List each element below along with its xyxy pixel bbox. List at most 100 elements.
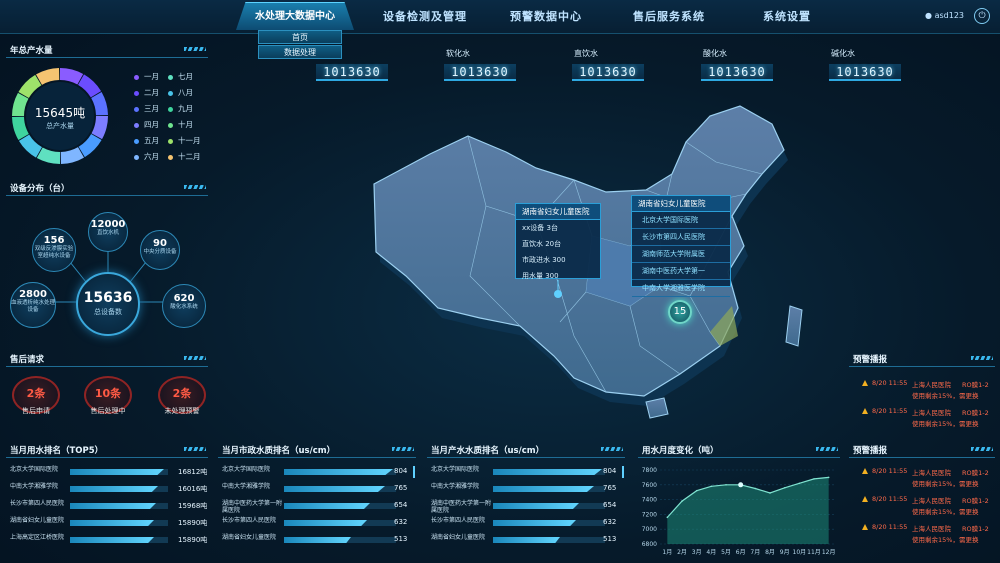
rank-row[interactable]: 上海高定区江桥医院 15890吨 xyxy=(10,532,208,548)
aftersales-label: 售后申请 xyxy=(22,407,50,415)
chart-y-tick: 7000 xyxy=(642,526,657,533)
aftersales-number: 2条 xyxy=(172,387,192,400)
chart-point[interactable] xyxy=(666,516,669,519)
legend-label: 九月 xyxy=(178,104,193,113)
power-icon[interactable]: ⏻ xyxy=(974,8,990,24)
warning-item[interactable]: 8/20 11:55 上海人民医院 RO膜1-2 使用剩余15%，需更换 xyxy=(862,494,1000,522)
rank-bar-fill xyxy=(284,486,385,492)
rank-row[interactable]: 中南大学湘雅学院 765 xyxy=(431,481,633,497)
rank-row[interactable]: 中南大学湘雅学院 765 xyxy=(222,481,424,497)
warning-item[interactable]: 8/20 11:55 上海人民医院 RO膜1-2 使用剩余15%，需更换 xyxy=(862,406,1000,434)
chart-x-tick: 7月 xyxy=(750,549,760,556)
rank-bar-fill xyxy=(284,537,351,543)
nav-tab-settings[interactable]: 系统设置 xyxy=(763,8,811,24)
legend-item[interactable]: 七月 xyxy=(168,71,193,82)
chart-x-tick: 5月 xyxy=(721,549,731,556)
popup-hospital-item[interactable]: 长沙市第四人民医院 xyxy=(632,229,730,246)
nav-tab-aftersales[interactable]: 售后服务系统 xyxy=(633,8,705,24)
chart-x-tick: 4月 xyxy=(706,549,716,556)
chart-point[interactable] xyxy=(738,482,744,488)
popup-hospital-item[interactable]: 中南大学湘雅医学院 xyxy=(632,280,730,297)
rank-row[interactable]: 湖南中医药大学第一附属医院 654 xyxy=(222,498,424,514)
rank-bar-track xyxy=(70,486,168,492)
popup-hospital-item[interactable]: 湖南师范大学附属医 xyxy=(632,246,730,263)
submenu-data[interactable]: 数据处理 xyxy=(258,45,342,59)
warning-item[interactable]: 8/20 11:55 上海人民医院 RO膜1-2 使用剩余15%，需更换 xyxy=(862,466,1000,494)
popup-hosp-title: 湖南省妇女儿童医院 xyxy=(632,196,730,212)
warning-time: 8/20 11:55 xyxy=(872,407,908,415)
bubble-label: 中央分质设备 xyxy=(143,249,177,255)
legend-item[interactable]: 五月 xyxy=(134,135,159,146)
device-bubble-dialysis[interactable]: 2800 血液透析纯水处理设备 xyxy=(10,282,56,328)
chart-point[interactable] xyxy=(813,478,815,480)
chart-point[interactable] xyxy=(681,500,683,502)
legend-item[interactable]: 六月 xyxy=(134,151,159,162)
rank-row[interactable]: 长沙市第四人民医院 632 xyxy=(431,515,633,531)
chart-point[interactable] xyxy=(725,484,727,486)
legend-item[interactable]: 九月 xyxy=(168,103,193,114)
warning-item[interactable]: 8/20 11:55 上海人民医院 RO膜1-2 使用剩余15%，需更换 xyxy=(862,522,1000,550)
device-bubble-central[interactable]: 90 中央分质设备 xyxy=(140,230,180,270)
legend-label: 十月 xyxy=(178,120,193,129)
submenu-home[interactable]: 首页 xyxy=(258,30,342,44)
map-cluster-badge[interactable]: 15 xyxy=(668,300,692,324)
counter-label-3: 直饮水 xyxy=(574,49,598,58)
rank-row[interactable]: 中南大学湘雅学院 16016吨 xyxy=(10,481,208,497)
legend-item[interactable]: 十二月 xyxy=(168,151,201,162)
rank-row[interactable]: 北京大学国际医院 16812吨 xyxy=(10,464,208,480)
rank-row[interactable]: 湖南省妇女儿童医院 15890吨 xyxy=(10,515,208,531)
rank-row[interactable]: 湖南省妇女儿童医院 513 xyxy=(431,532,633,548)
nav-tab-device[interactable]: 设备检测及管理 xyxy=(383,8,467,24)
nav-tab-active[interactable]: 水处理大数据中心 xyxy=(236,2,354,30)
panel-title-text: 当月产水水质排名（us/cm） xyxy=(431,446,545,456)
rank-row[interactable]: 湖南省妇女儿童医院 513 xyxy=(222,532,424,548)
device-total[interactable]: 15636 总设备数 xyxy=(76,272,140,336)
popup-info-line: 用水量 300 xyxy=(522,272,559,280)
popup-hospital-item[interactable]: 北京大学国际医院 xyxy=(632,212,730,229)
chart-point[interactable] xyxy=(798,482,801,485)
legend-item[interactable]: 八月 xyxy=(168,87,193,98)
user-info[interactable]: ● asd123 xyxy=(925,11,964,20)
annual-total: 15645吨 xyxy=(34,106,86,120)
warning-time: 8/20 11:55 xyxy=(872,523,908,531)
device-bubble-acid[interactable]: 620 酸化水系统 xyxy=(162,284,206,328)
aftersales-number: 10条 xyxy=(94,387,122,400)
legend-dot xyxy=(134,154,139,160)
chart-point[interactable] xyxy=(769,492,771,494)
legend-item[interactable]: 一月 xyxy=(134,71,159,82)
warning-device: RO膜1-2 xyxy=(962,409,989,417)
warning-time: 8/20 11:55 xyxy=(872,495,908,503)
chart-point[interactable] xyxy=(754,487,757,490)
chart-point[interactable] xyxy=(695,489,698,492)
rank-row[interactable]: 北京大学国际医院 804 xyxy=(431,464,633,480)
legend-item[interactable]: 十月 xyxy=(168,119,193,130)
scroll-indicator[interactable] xyxy=(622,466,624,478)
rank-row[interactable]: 北京大学国际医院 804 xyxy=(222,464,424,480)
legend-item[interactable]: 十一月 xyxy=(168,135,201,146)
panel-title-text: 年总产水量 xyxy=(10,46,53,56)
device-bubble-lab[interactable]: 156 双级反渗膜实验室超纯水设备 xyxy=(32,228,76,272)
legend-dot xyxy=(168,74,173,80)
popup-hospital-item[interactable]: 湖南中医药大学第一 xyxy=(632,263,730,280)
rank-bar-track xyxy=(284,520,396,526)
legend-item[interactable]: 四月 xyxy=(134,119,159,130)
rank-row[interactable]: 长沙市第四人民医院 632 xyxy=(222,515,424,531)
rank-row[interactable]: 湖南中医药大学第一附属医院 654 xyxy=(431,498,633,514)
rank-row[interactable]: 长沙市第四人民医院 15968吨 xyxy=(10,498,208,514)
legend-item[interactable]: 三月 xyxy=(134,103,159,114)
nav-tab-warning[interactable]: 预警数据中心 xyxy=(510,8,582,24)
chart-point[interactable] xyxy=(710,485,713,488)
map-taiwan[interactable] xyxy=(785,305,803,347)
legend-item[interactable]: 二月 xyxy=(134,87,159,98)
map-hainan[interactable] xyxy=(645,397,669,419)
legend-label: 八月 xyxy=(178,88,193,97)
rank-name: 北京大学国际医院 xyxy=(10,466,59,473)
chart-point[interactable] xyxy=(827,476,830,479)
device-bubble-direct[interactable]: 12000 直饮水机 xyxy=(88,212,128,252)
chart-point[interactable] xyxy=(783,486,786,489)
warning-item[interactable]: 8/20 11:55 上海人民医院 RO膜1-2 使用剩余15%，需更换 xyxy=(862,378,1000,406)
rank-bar-track xyxy=(284,503,396,509)
scroll-indicator[interactable] xyxy=(413,466,415,478)
warning-icon xyxy=(862,468,868,474)
rank-value: 632 xyxy=(394,518,408,526)
